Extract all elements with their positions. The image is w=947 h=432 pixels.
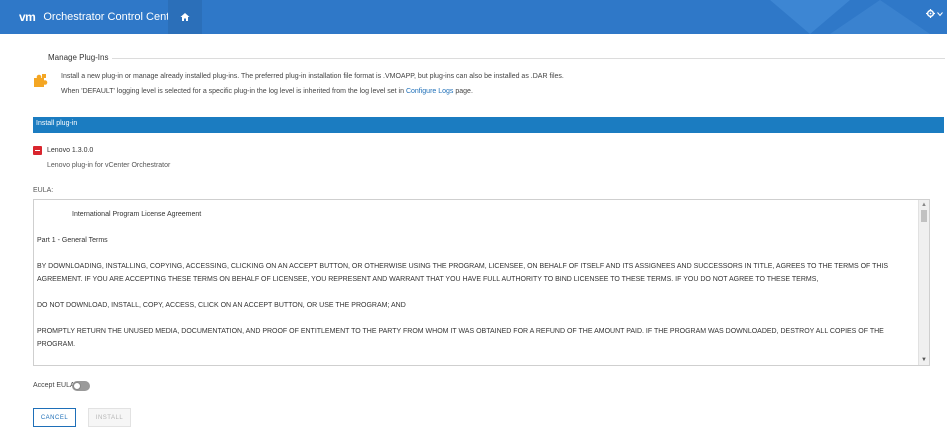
header-decoration [830, 0, 930, 34]
eula-paragraph: DO NOT DOWNLOAD, INSTALL, COPY, ACCESS, … [37, 302, 406, 309]
eula-scrollbar[interactable]: ▲ ▼ [918, 200, 929, 365]
scroll-thumb[interactable] [921, 210, 927, 222]
scroll-down-arrow-icon[interactable]: ▼ [921, 357, 927, 363]
manage-description: Install a new plug-in or manage already … [61, 73, 564, 80]
install-plugin-header: Install plug-in [33, 117, 944, 133]
section-title: Manage Plug-Ins [48, 53, 109, 62]
logging-note-text: When 'DEFAULT' logging level is selected… [61, 88, 406, 95]
gear-icon [926, 9, 935, 18]
logging-note-suffix: page. [453, 88, 473, 95]
eula-paragraph: PROMPTLY RETURN THE UNUSED MEDIA, DOCUME… [37, 328, 884, 348]
accept-eula-label: Accept EULA [33, 382, 75, 389]
toggle-knob [73, 382, 81, 390]
plugin-title: Lenovo [47, 147, 70, 154]
configure-logs-link[interactable]: Configure Logs [406, 88, 453, 95]
plugin-version: 1.3.0.0 [71, 147, 94, 154]
puzzle-icon [34, 74, 48, 87]
app-title: Orchestrator Control Center [43, 11, 180, 23]
remove-plugin-icon[interactable] [33, 146, 42, 155]
plugin-name: Lenovo 1.3.0.0 [47, 147, 93, 154]
eula-title: International Program License Agreement [72, 211, 202, 218]
chevron-down-icon [937, 11, 943, 16]
home-icon [180, 13, 190, 21]
section-divider [112, 58, 945, 59]
eula-label: EULA: [33, 187, 54, 194]
settings-menu-button[interactable] [926, 9, 943, 18]
plugin-description: Lenovo plug-in for vCenter Orchestrator [47, 162, 171, 169]
app-branding[interactable]: vm Orchestrator Control Center [19, 5, 179, 29]
cancel-button[interactable]: CANCEL [33, 408, 76, 427]
logging-note: When 'DEFAULT' logging level is selected… [61, 88, 473, 95]
eula-paragraph: BY DOWNLOADING, INSTALLING, COPYING, ACC… [37, 263, 889, 283]
top-header: vm Orchestrator Control Center [0, 0, 947, 34]
home-button[interactable] [168, 0, 202, 34]
eula-content: International Program License Agreement … [37, 208, 917, 364]
eula-paragraph: Part 1 - General Terms [37, 237, 108, 244]
vmware-logo: vm [19, 10, 36, 24]
install-button[interactable]: INSTALL [88, 408, 131, 427]
scroll-up-arrow-icon[interactable]: ▲ [921, 202, 927, 208]
accept-eula-toggle[interactable] [72, 381, 90, 391]
eula-textarea[interactable]: International Program License Agreement … [33, 199, 930, 366]
